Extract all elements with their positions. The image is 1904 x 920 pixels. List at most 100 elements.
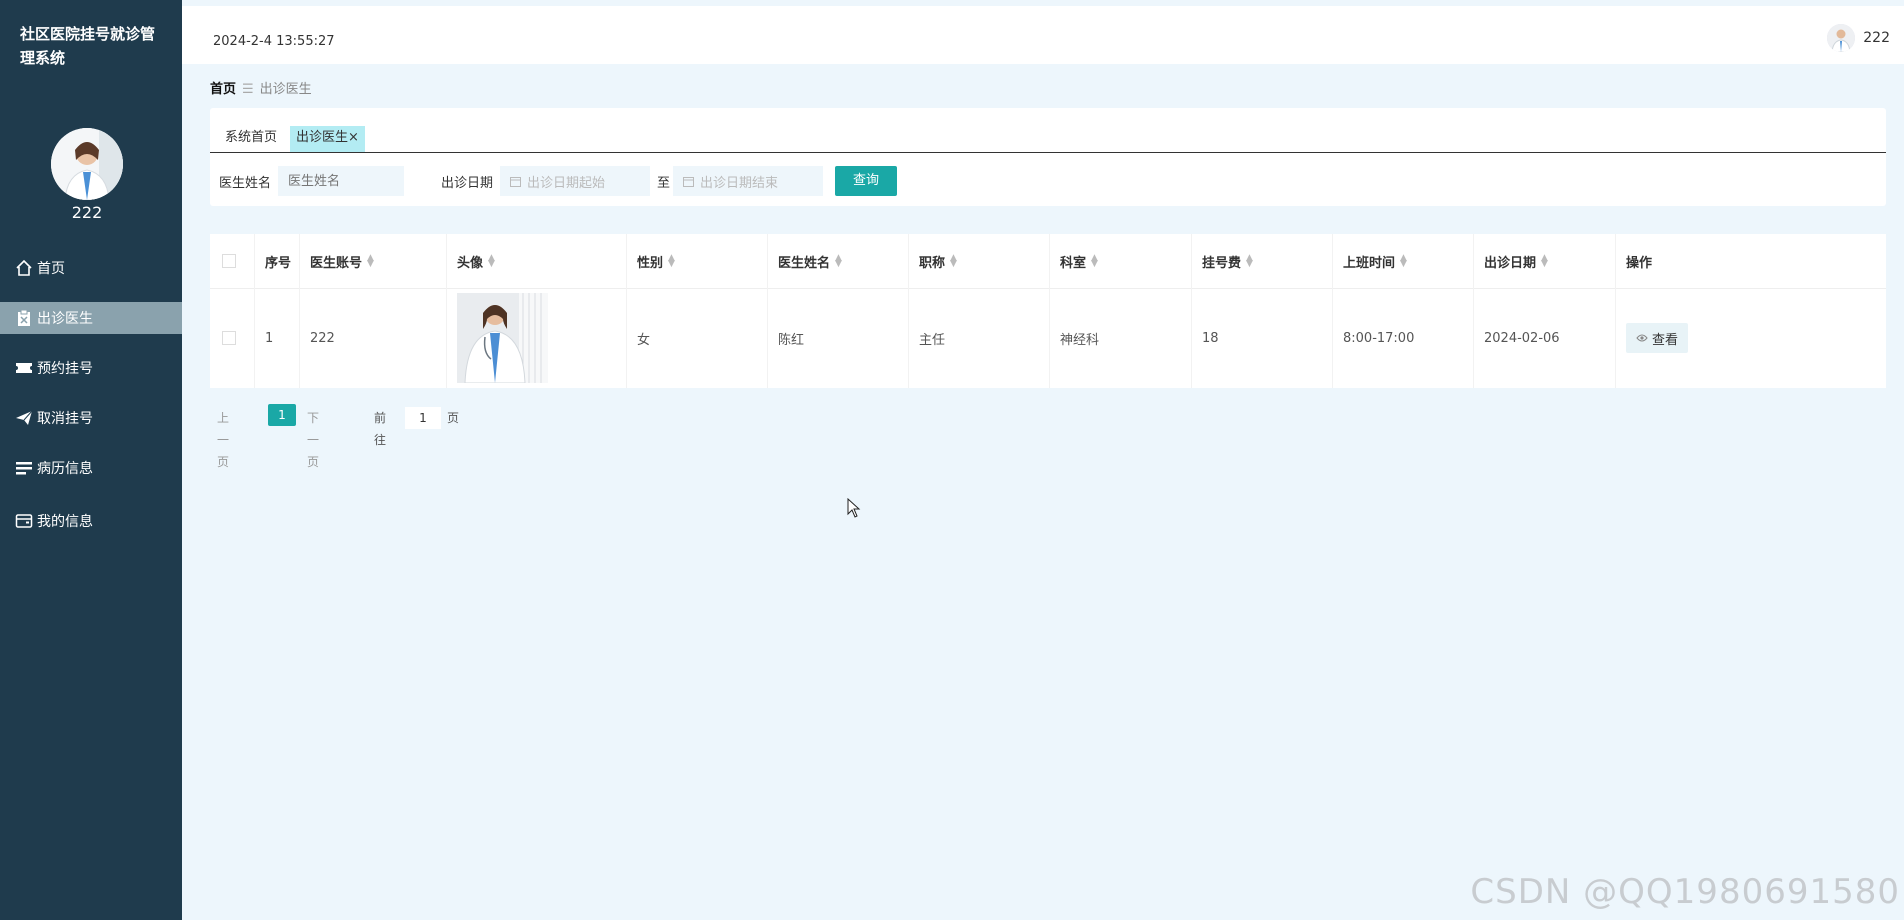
column-header[interactable]: 上班时间 ▲ ▼ bbox=[1333, 234, 1474, 288]
mouse-cursor-icon bbox=[847, 498, 861, 518]
column-label: 操作 bbox=[1626, 255, 1653, 271]
eye-icon bbox=[1636, 334, 1648, 342]
select-all-checkbox[interactable] bbox=[222, 254, 236, 268]
column-header[interactable]: 出诊日期 ▲ ▼ bbox=[1474, 234, 1616, 288]
date-start-placeholder: 出诊日期起始 bbox=[527, 175, 606, 191]
doctor-photo-icon bbox=[457, 293, 548, 383]
sidebar-item-profile[interactable]: 我的信息 bbox=[0, 505, 182, 537]
watermark-text: CSDN @QQ1980691580 bbox=[1470, 872, 1900, 912]
sidebar-item-doctors[interactable]: 出诊医生 bbox=[0, 302, 182, 334]
column-label: 序号 bbox=[265, 255, 292, 271]
doctor-name-input[interactable] bbox=[278, 166, 404, 196]
page-suffix-label: 页 bbox=[447, 411, 460, 425]
sort-icon[interactable]: ▲ ▼ bbox=[1246, 254, 1253, 269]
clipboard-icon bbox=[18, 309, 30, 326]
sidebar-item-label: 出诊医生 bbox=[37, 311, 93, 327]
cell-department: 神经科 bbox=[1050, 288, 1192, 388]
column-header[interactable]: 科室 ▲ ▼ bbox=[1050, 234, 1192, 288]
tab-doctors[interactable]: 出诊医生× bbox=[290, 126, 365, 152]
cell-actions: 查看 bbox=[1616, 288, 1886, 388]
sort-icon[interactable]: ▲ ▼ bbox=[1541, 254, 1548, 269]
date-range-separator: 至 bbox=[657, 176, 671, 191]
user-menu[interactable]: 222 bbox=[1827, 24, 1890, 52]
calendar-icon bbox=[683, 176, 694, 187]
sidebar-item-label: 预约挂号 bbox=[37, 361, 93, 377]
list-icon bbox=[16, 462, 32, 475]
query-button[interactable]: 查询 bbox=[835, 166, 897, 196]
filter-card: 系统首页 出诊医生× 医生姓名 出诊日期 出诊日期起始 至 出诊日期结束 查询 bbox=[210, 108, 1886, 206]
column-label: 挂号费 bbox=[1202, 255, 1242, 271]
breadcrumb: 首页 ☰ 出诊医生 bbox=[210, 78, 312, 97]
sidebar-item-label: 病历信息 bbox=[37, 461, 93, 477]
sidebar-item-booking[interactable]: 预约挂号 bbox=[0, 352, 182, 384]
column-label: 医生账号 bbox=[310, 255, 363, 271]
sidebar-item-records[interactable]: 病历信息 bbox=[0, 452, 182, 484]
doctor-table: 序号 医生账号 ▲ ▼ 头像 ▲ ▼ 性别 ▲ ▼ 医生姓名 ▲ ▼ 职称 ▲ ▼ 科室 ▲ ▼ 挂号费… bbox=[210, 234, 1886, 388]
header-username: 222 bbox=[1863, 30, 1890, 46]
avatar[interactable] bbox=[1827, 24, 1856, 52]
current-datetime: 2024-2-4 13:55:27 bbox=[213, 34, 335, 49]
sort-icon[interactable]: ▲ ▼ bbox=[1091, 254, 1098, 269]
cell-photo bbox=[447, 288, 627, 388]
breadcrumb-current: 出诊医生 bbox=[259, 82, 312, 97]
tab-system-home[interactable]: 系统首页 bbox=[219, 126, 283, 152]
date-end-placeholder: 出诊日期结束 bbox=[700, 175, 779, 191]
row-checkbox-cell bbox=[210, 288, 255, 388]
tab-bar: 系统首页 出诊医生× bbox=[210, 108, 1886, 153]
sidebar-username: 222 bbox=[71, 203, 103, 222]
close-icon[interactable]: × bbox=[348, 130, 359, 145]
date-end-input[interactable]: 出诊日期结束 bbox=[673, 166, 823, 196]
sidebar-item-cancel[interactable]: 取消挂号 bbox=[0, 402, 182, 434]
send-icon bbox=[16, 410, 33, 425]
sort-icon[interactable]: ▲ ▼ bbox=[367, 254, 374, 269]
table-header-row: 序号 医生账号 ▲ ▼ 头像 ▲ ▼ 性别 ▲ ▼ 医生姓名 ▲ ▼ 职称 ▲ ▼ 科室 ▲ ▼ 挂号费… bbox=[210, 234, 1886, 289]
column-header[interactable]: 挂号费 ▲ ▼ bbox=[1192, 234, 1333, 288]
column-header[interactable]: 头像 ▲ ▼ bbox=[447, 234, 627, 288]
column-header[interactable]: 医生账号 ▲ ▼ bbox=[300, 234, 447, 288]
column-label: 头像 bbox=[457, 255, 484, 271]
sidebar: 社区医院挂号就诊管理系统 222 首页 出诊医生 预约挂号 取消挂号 病历信息 … bbox=[0, 0, 182, 920]
cell-hours: 8:00-17:00 bbox=[1333, 288, 1474, 388]
prev-page-button[interactable]: 上一页 bbox=[217, 407, 229, 469]
date-start-input[interactable]: 出诊日期起始 bbox=[500, 166, 650, 196]
column-header[interactable]: 医生姓名 ▲ ▼ bbox=[768, 234, 909, 288]
column-header: 序号 bbox=[255, 234, 300, 288]
calendar-icon bbox=[510, 176, 521, 187]
column-label: 上班时间 bbox=[1343, 255, 1396, 271]
sort-icon[interactable]: ▲ ▼ bbox=[488, 254, 495, 269]
sort-icon[interactable]: ▲ ▼ bbox=[950, 254, 957, 269]
sort-icon[interactable]: ▲ ▼ bbox=[1400, 254, 1407, 269]
home-icon bbox=[16, 259, 32, 276]
cell-date: 2024-02-06 bbox=[1474, 288, 1616, 388]
column-label: 科室 bbox=[1060, 255, 1087, 271]
select-all-checkbox-cell bbox=[210, 234, 255, 288]
column-header[interactable]: 职称 ▲ ▼ bbox=[909, 234, 1050, 288]
sort-icon[interactable]: ▲ ▼ bbox=[668, 254, 675, 269]
doctor-name-label: 医生姓名 bbox=[219, 176, 272, 191]
column-header[interactable]: 性别 ▲ ▼ bbox=[627, 234, 768, 288]
column-label: 医生姓名 bbox=[778, 255, 831, 271]
sidebar-avatar bbox=[51, 128, 123, 200]
tab-label: 出诊医生 bbox=[296, 130, 349, 145]
sidebar-item-label: 取消挂号 bbox=[37, 411, 93, 427]
column-header: 操作 bbox=[1616, 234, 1886, 288]
cell-gender: 女 bbox=[627, 288, 768, 388]
goto-label: 前往 bbox=[374, 411, 387, 447]
sidebar-item-label: 我的信息 bbox=[37, 514, 93, 530]
column-label: 出诊日期 bbox=[1484, 255, 1537, 271]
sort-icon[interactable]: ▲ ▼ bbox=[835, 254, 842, 269]
sidebar-item-home[interactable]: 首页 bbox=[0, 252, 182, 284]
cell-index: 1 bbox=[255, 288, 300, 388]
page-jump-input[interactable]: 1 bbox=[405, 407, 441, 429]
next-page-button[interactable]: 下一页 bbox=[307, 407, 319, 469]
cell-title: 主任 bbox=[909, 288, 1050, 388]
doctor-photo bbox=[457, 293, 548, 383]
header-bar: 2024-2-4 13:55:27 222 bbox=[182, 6, 1904, 64]
view-button-label: 查看 bbox=[1652, 332, 1679, 348]
row-checkbox[interactable] bbox=[222, 331, 236, 345]
page-number-current[interactable]: 1 bbox=[268, 404, 296, 426]
view-button[interactable]: 查看 bbox=[1626, 323, 1689, 353]
breadcrumb-home[interactable]: 首页 bbox=[210, 82, 236, 97]
wallet-icon bbox=[15, 514, 33, 528]
breadcrumb-separator-icon: ☰ bbox=[242, 82, 254, 97]
